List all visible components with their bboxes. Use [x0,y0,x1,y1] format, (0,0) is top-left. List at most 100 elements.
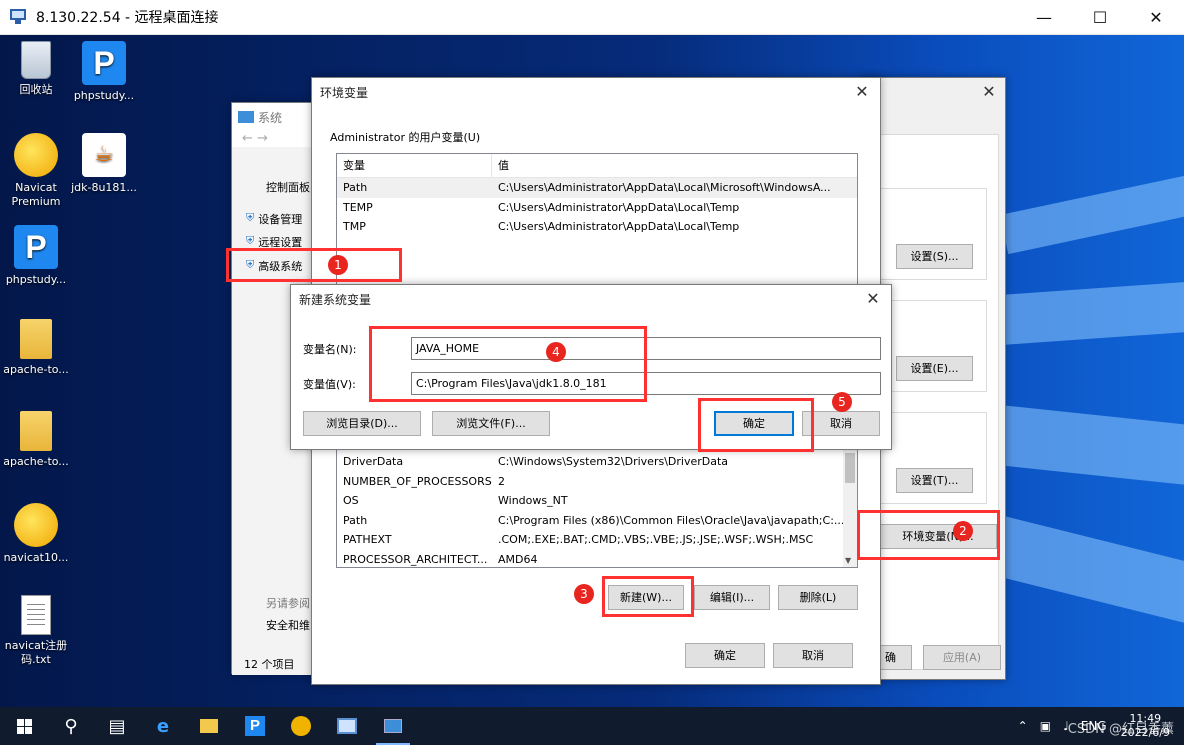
phpstudy-taskbar-icon[interactable]: P [232,707,278,745]
list-item[interactable]: NUMBER_OF_PROCESSORS 2 [337,472,857,492]
zip-folder-icon [20,411,52,451]
browse-file-button[interactable]: 浏览文件(F)... [432,411,550,436]
delete-variable-button[interactable]: 删除(L) [778,585,858,610]
desktop-icon-label: apache-to... [3,455,69,468]
desktop-icon-navicat[interactable]: Navicat Premium [0,133,72,209]
user-variables-label: Administrator 的用户变量(U) [330,131,481,144]
start-button[interactable] [0,707,48,745]
user-variables-list[interactable]: 变量 值 Path C:\Users\Administrator\AppData… [336,153,858,285]
desktop-icon-jdk[interactable]: ☕ jdk-8u181... [68,133,140,195]
close-icon[interactable]: ✕ [852,82,872,102]
phpstudy-icon: P [14,225,58,269]
step-badge-2: 2 [953,521,973,541]
desktop-icon-label: navicat注册码.txt [4,639,68,666]
security-link[interactable]: 安全和维 [266,617,310,633]
env-cancel-button[interactable]: 取消 [773,643,853,668]
computer-icon [238,111,254,123]
variable-name-label: 变量名(N): [303,343,357,356]
annotation-box-env-button [857,510,1000,560]
status-bar: 12 个项目 [244,658,295,671]
remote-desktop-icon [8,9,28,25]
close-icon[interactable]: ✕ [863,289,883,309]
step-badge-1: 1 [328,255,348,275]
edit-variable-button[interactable]: 编辑(I)... [694,585,770,610]
watermark: CSDN @红目香薰 [1067,722,1174,737]
phpstudy-icon: P [82,41,126,85]
wallpaper-beam [1000,160,1184,255]
navicat-icon [14,133,58,177]
list-item[interactable]: Path C:\Users\Administrator\AppData\Loca… [337,178,857,198]
minimize-icon[interactable]: — [1016,0,1072,35]
nav-arrows[interactable]: ← → [232,131,317,146]
rdp-title: 8.130.22.54 - 远程桌面连接 [36,10,219,26]
profile-settings-button[interactable]: 设置(E)... [896,356,973,381]
recycle-bin-icon [21,41,51,79]
desktop-icon-recycle-bin[interactable]: 回收站 [0,41,72,97]
sysprops-apply-button[interactable]: 应用(A) [923,645,1001,670]
list-item[interactable]: PATHEXT .COM;.EXE;.BAT;.CMD;.VBS;.VBE;.JS… [337,530,857,550]
startup-settings-button[interactable]: 设置(T)... [896,468,973,493]
desktop-icon-apache-zip[interactable]: apache-to... [0,411,72,469]
desktop-icon-label: 回收站 [19,83,53,96]
desktop-icon-label: apache-to... [3,363,69,376]
navicat-icon [14,503,58,547]
see-also: 另请参阅 [266,597,310,610]
annotation-box-name-value [369,326,647,402]
navicat-taskbar-icon[interactable] [278,707,324,745]
chevron-up-icon[interactable]: ⌃ [1018,719,1028,733]
column-header-variable[interactable]: 变量 [337,154,492,177]
step-badge-5: 5 [832,392,852,412]
rdp-title-bar: 8.130.22.54 - 远程桌面连接 — ☐ ✕ [0,0,1184,35]
list-item[interactable]: PROCESSOR_ARCHITECT... AMD64 [337,550,857,568]
text-file-icon [21,595,51,635]
browse-directory-button[interactable]: 浏览目录(D)... [303,411,421,436]
desktop-icon-apache-folder[interactable]: apache-to... [0,319,72,377]
annotation-box-new-button [602,576,694,617]
desktop-icon-label: phpstudy... [73,89,135,102]
desktop-icon-label: Navicat Premium [11,181,61,208]
step-badge-4: 4 [546,342,566,362]
system-variables-list[interactable]: ▼ DriverData C:\Windows\System32\Drivers\… [336,446,858,568]
desktop-icon-phpstudy[interactable]: P phpstudy... [68,41,140,103]
env-ok-button[interactable]: 确定 [685,643,765,668]
column-header-value[interactable]: 值 [492,154,857,177]
desktop-icon-navicat10[interactable]: navicat10... [0,503,72,565]
windows-icon [16,718,32,734]
file-explorer-icon[interactable] [186,707,232,745]
list-item[interactable]: TEMP C:\Users\Administrator\AppData\Loca… [337,198,857,218]
wallpaper-beam [985,515,1184,632]
ie-icon[interactable]: e [140,707,186,745]
step-badge-3: 3 [574,584,594,604]
desktop-icon-label: navicat10... [3,551,69,564]
env-dialog-title: 环境变量 [320,85,369,100]
scrollbar[interactable]: ▼ [843,447,857,567]
annotation-box-advanced-system [226,248,402,282]
annotation-box-ok-button [698,398,814,452]
folder-icon [20,319,52,359]
wallpaper-beam [1000,278,1184,345]
list-item[interactable]: TMP C:\Users\Administrator\AppData\Local… [337,217,857,237]
variable-value-label: 变量值(V): [303,378,356,391]
scroll-down-icon[interactable]: ▼ [845,556,851,565]
close-icon[interactable]: ✕ [1128,0,1184,35]
system-window-title: 系统 [258,110,283,125]
task-view-icon[interactable]: ▤ [94,707,140,745]
device-manager-link[interactable]: ⛨ 设备管理 [246,211,302,227]
control-panel-link[interactable]: 控制面板 [266,179,310,195]
desktop-icon-phpstudy-2[interactable]: P phpstudy... [0,225,72,287]
list-item[interactable]: Path C:\Program Files (x86)\Common Files\… [337,511,857,531]
system-properties-taskbar-icon[interactable] [370,707,416,745]
desktop-icon-label: jdk-8u181... [71,181,137,194]
maximize-icon[interactable]: ☐ [1072,0,1128,35]
list-item[interactable]: DriverData C:\Windows\System32\Drivers\Dr… [337,452,857,472]
server-manager-icon[interactable] [324,707,370,745]
wallpaper-beam [993,405,1184,490]
list-item[interactable]: OS Windows_NT [337,491,857,511]
new-var-dialog-title: 新建系统变量 [299,292,372,307]
taskbar: ⚲ ▤ e P ⌃ ▣ ♩ ENG 11:49 2022/6/9 [0,707,1184,745]
network-icon[interactable]: ▣ [1040,719,1051,733]
performance-settings-button[interactable]: 设置(S)... [896,244,973,269]
close-icon[interactable]: ✕ [979,82,999,102]
search-icon[interactable]: ⚲ [48,707,94,745]
desktop-icon-navicat-txt[interactable]: navicat注册码.txt [0,595,72,667]
